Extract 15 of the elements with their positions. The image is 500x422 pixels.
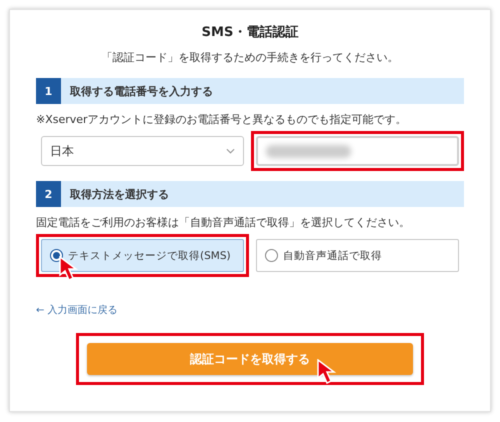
country-select[interactable]: 日本 xyxy=(41,136,244,166)
note-text: ※Xserverアカウントに登録のお電話番号と異なるものでも指定可能です。 xyxy=(36,112,408,128)
back-link[interactable]: ← 入力画面に戻る xyxy=(36,303,118,317)
chevron-down-icon xyxy=(226,148,235,154)
step-number: 2 xyxy=(36,181,61,207)
note-text: 固定電話をご利用のお客様は「自動音声通話で取得」を選択してください。 xyxy=(36,215,411,231)
page-title: SMS・電話認証 xyxy=(200,24,300,42)
radio-icon xyxy=(265,249,278,262)
radio-option[interactable]: テキストメッセージで取得(SMS) xyxy=(41,239,244,272)
radio-icon xyxy=(50,249,63,262)
radio-option[interactable]: 自動音声通話で取得 xyxy=(256,239,459,272)
step-title: 取得する電話番号を入力する xyxy=(70,84,213,98)
step-title: 取得方法を選択する xyxy=(70,186,169,202)
instruction-text: 「認証コード」を取得するための手続きを行ってください。 xyxy=(100,50,400,66)
step-number: 1 xyxy=(36,78,61,104)
